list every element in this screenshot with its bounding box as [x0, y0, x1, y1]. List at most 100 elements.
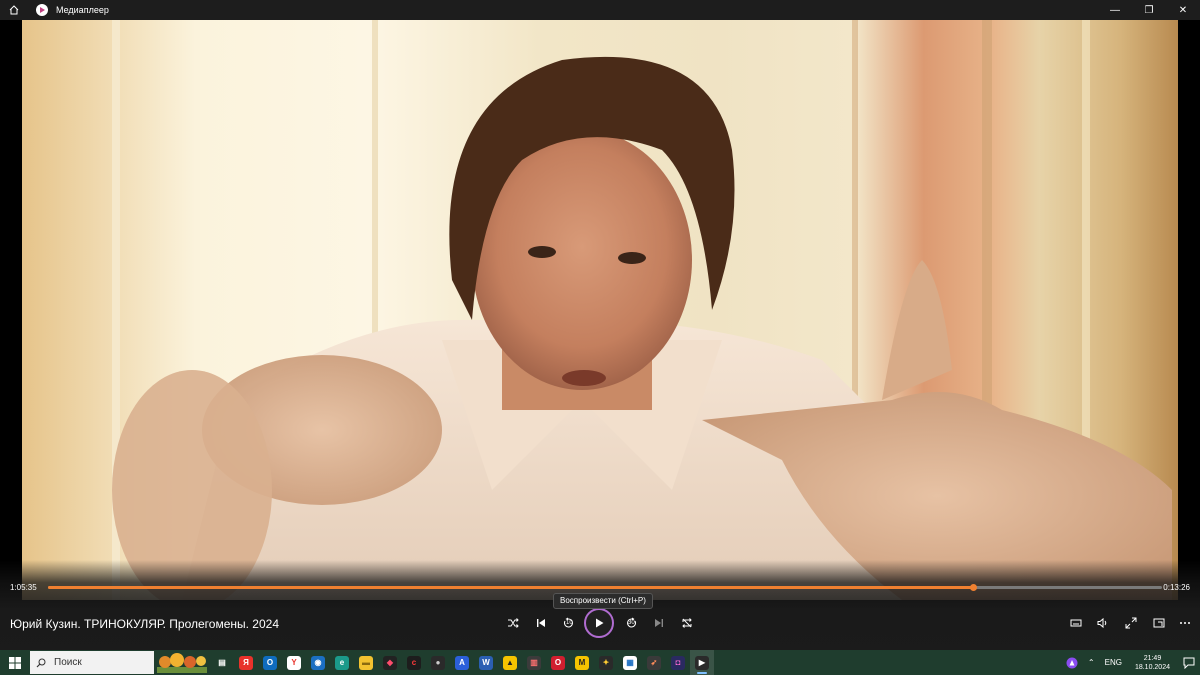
opera-icon: O: [551, 655, 565, 670]
store-icon: ▦: [623, 655, 637, 670]
taskbar-app-outlook[interactable]: O: [258, 650, 282, 675]
task-view-icon: ▤: [218, 658, 226, 667]
start-button[interactable]: [0, 650, 30, 675]
app-globe-icon: ●: [431, 655, 445, 670]
alice-icon: [1066, 657, 1078, 668]
taskbar-app-file-explorer[interactable]: ▬: [354, 650, 378, 675]
system-tray: ⌃ ENG 21:49 18.10.2024: [1061, 650, 1200, 675]
search-highlight-widget[interactable]: [154, 651, 210, 674]
taskbar-app-audio-editor[interactable]: ▥: [522, 650, 546, 675]
taskbar-app-opera[interactable]: O: [546, 650, 570, 675]
audio-editor-icon: ▥: [527, 655, 541, 670]
previous-button[interactable]: [531, 613, 551, 633]
edge-icon: e: [335, 655, 349, 670]
word-icon: W: [479, 655, 493, 670]
app-dark-icon: ◆: [383, 655, 397, 670]
taskbar-app-task-view[interactable]: ▤: [210, 650, 234, 675]
next-button[interactable]: [649, 613, 669, 633]
app-yellow-icon: ▲: [503, 655, 517, 670]
taskbar-app-yandex-browser[interactable]: Y: [282, 650, 306, 675]
outlook-icon: O: [263, 655, 277, 670]
skip-back-button[interactable]: 10: [558, 613, 578, 633]
window-title: Медиаплеер: [56, 5, 109, 15]
taskbar-app-app-star[interactable]: ✦: [594, 650, 618, 675]
media-player-icon: ▶: [695, 655, 709, 670]
app-star-icon: ✦: [599, 655, 613, 670]
taskbar-app-yandex[interactable]: Я: [234, 650, 258, 675]
skip-forward-button[interactable]: 30: [622, 613, 642, 633]
shuffle-button[interactable]: [503, 613, 523, 633]
taskbar-app-app-a[interactable]: A: [450, 650, 474, 675]
taskbar: Поиск ▤ Я O Y ◉ e ▬ ◆ c ● A W ▲ ▥ O M ✦ ▦ ➶ ◘ ▶ ⌃ ENG 21:49 …: [0, 650, 1200, 675]
taskbar-apps: ▤ Я O Y ◉ e ▬ ◆ c ● A W ▲ ▥ O M ✦ ▦ ➶ ◘ ▶: [210, 650, 714, 675]
mini-player-button[interactable]: [1149, 613, 1169, 633]
app-blue-icon: ◉: [311, 655, 325, 670]
volume-button[interactable]: [1093, 613, 1113, 633]
chevron-up-icon: ⌃: [1087, 658, 1095, 667]
taskbar-app-app-red[interactable]: c: [402, 650, 426, 675]
restore-button[interactable]: ❐: [1132, 0, 1166, 20]
taskbar-app-app-rocket[interactable]: ➶: [642, 650, 666, 675]
taskbar-app-app-game[interactable]: ◘: [666, 650, 690, 675]
more-options-button[interactable]: [1175, 613, 1195, 633]
elapsed-time: 1:05:35: [10, 583, 37, 592]
close-button[interactable]: ✕: [1166, 0, 1200, 20]
app-a-icon: A: [455, 655, 469, 670]
fullscreen-button[interactable]: [1121, 613, 1141, 633]
windows-icon: [9, 656, 21, 669]
taskbar-app-media-player[interactable]: ▶: [690, 650, 714, 675]
fullscreen-icon: [1125, 617, 1137, 629]
app-game-icon: ◘: [671, 655, 685, 670]
media-player-app-icon: [36, 4, 48, 16]
clock-time: 21:49: [1143, 654, 1162, 662]
app-rocket-icon: ➶: [647, 655, 661, 670]
mini-player-icon: [1153, 618, 1165, 628]
clock[interactable]: 21:49 18.10.2024: [1127, 654, 1178, 672]
autumn-trees-icon: [157, 652, 207, 673]
seek-bar-progress: [48, 586, 973, 589]
subtitles-button[interactable]: [1066, 613, 1086, 633]
previous-icon: [537, 619, 545, 627]
seek-bar-thumb[interactable]: [969, 584, 977, 591]
home-button[interactable]: [0, 0, 28, 20]
minimize-button[interactable]: —: [1098, 0, 1132, 20]
video-content: [22, 20, 1178, 600]
yandex-icon: Я: [239, 655, 253, 670]
clock-date: 18.10.2024: [1134, 663, 1170, 671]
more-icon: [1180, 622, 1190, 624]
taskbar-app-edge[interactable]: e: [330, 650, 354, 675]
show-hidden-icons-button[interactable]: ⌃: [1083, 658, 1100, 667]
next-icon: [655, 619, 663, 627]
repeat-icon: [682, 618, 692, 628]
video-frame[interactable]: [22, 20, 1178, 600]
file-explorer-icon: ▬: [359, 655, 373, 670]
home-icon: [9, 5, 19, 15]
media-title: Юрий Кузин. ТРИНОКУЛЯР. Пролегомены. 202…: [10, 617, 279, 631]
subtitles-icon: [1070, 619, 1082, 627]
alice-button[interactable]: [1061, 657, 1083, 669]
media-player-window: Медиаплеер — ❐ ✕ 1:05:35 0:13:26 Воспрои…: [0, 0, 1200, 650]
taskbar-app-app-globe[interactable]: ●: [426, 650, 450, 675]
app-red-icon: c: [407, 655, 421, 670]
taskbar-app-app-blue[interactable]: ◉: [306, 650, 330, 675]
notifications-button[interactable]: [1178, 657, 1200, 669]
taskbar-app-app-yellow[interactable]: ▲: [498, 650, 522, 675]
repeat-button[interactable]: [677, 613, 697, 633]
seek-bar[interactable]: [48, 584, 1162, 591]
app-m-icon: M: [575, 655, 589, 670]
volume-icon: [1097, 617, 1107, 629]
shuffle-icon: [508, 618, 519, 628]
notification-icon: [1183, 657, 1195, 669]
play-tooltip: Воспроизвести (Ctrl+P): [553, 593, 653, 609]
taskbar-search[interactable]: Поиск: [30, 651, 154, 674]
taskbar-app-store[interactable]: ▦: [618, 650, 642, 675]
taskbar-app-word[interactable]: W: [474, 650, 498, 675]
title-bar: Медиаплеер — ❐ ✕: [0, 0, 1200, 20]
taskbar-app-app-m[interactable]: M: [570, 650, 594, 675]
yandex-browser-icon: Y: [287, 655, 301, 670]
taskbar-app-app-dark[interactable]: ◆: [378, 650, 402, 675]
remaining-time: 0:13:26: [1163, 583, 1190, 592]
skip-forward-label: 30: [628, 620, 635, 626]
play-button[interactable]: [584, 608, 614, 638]
language-indicator[interactable]: ENG: [1100, 658, 1127, 667]
